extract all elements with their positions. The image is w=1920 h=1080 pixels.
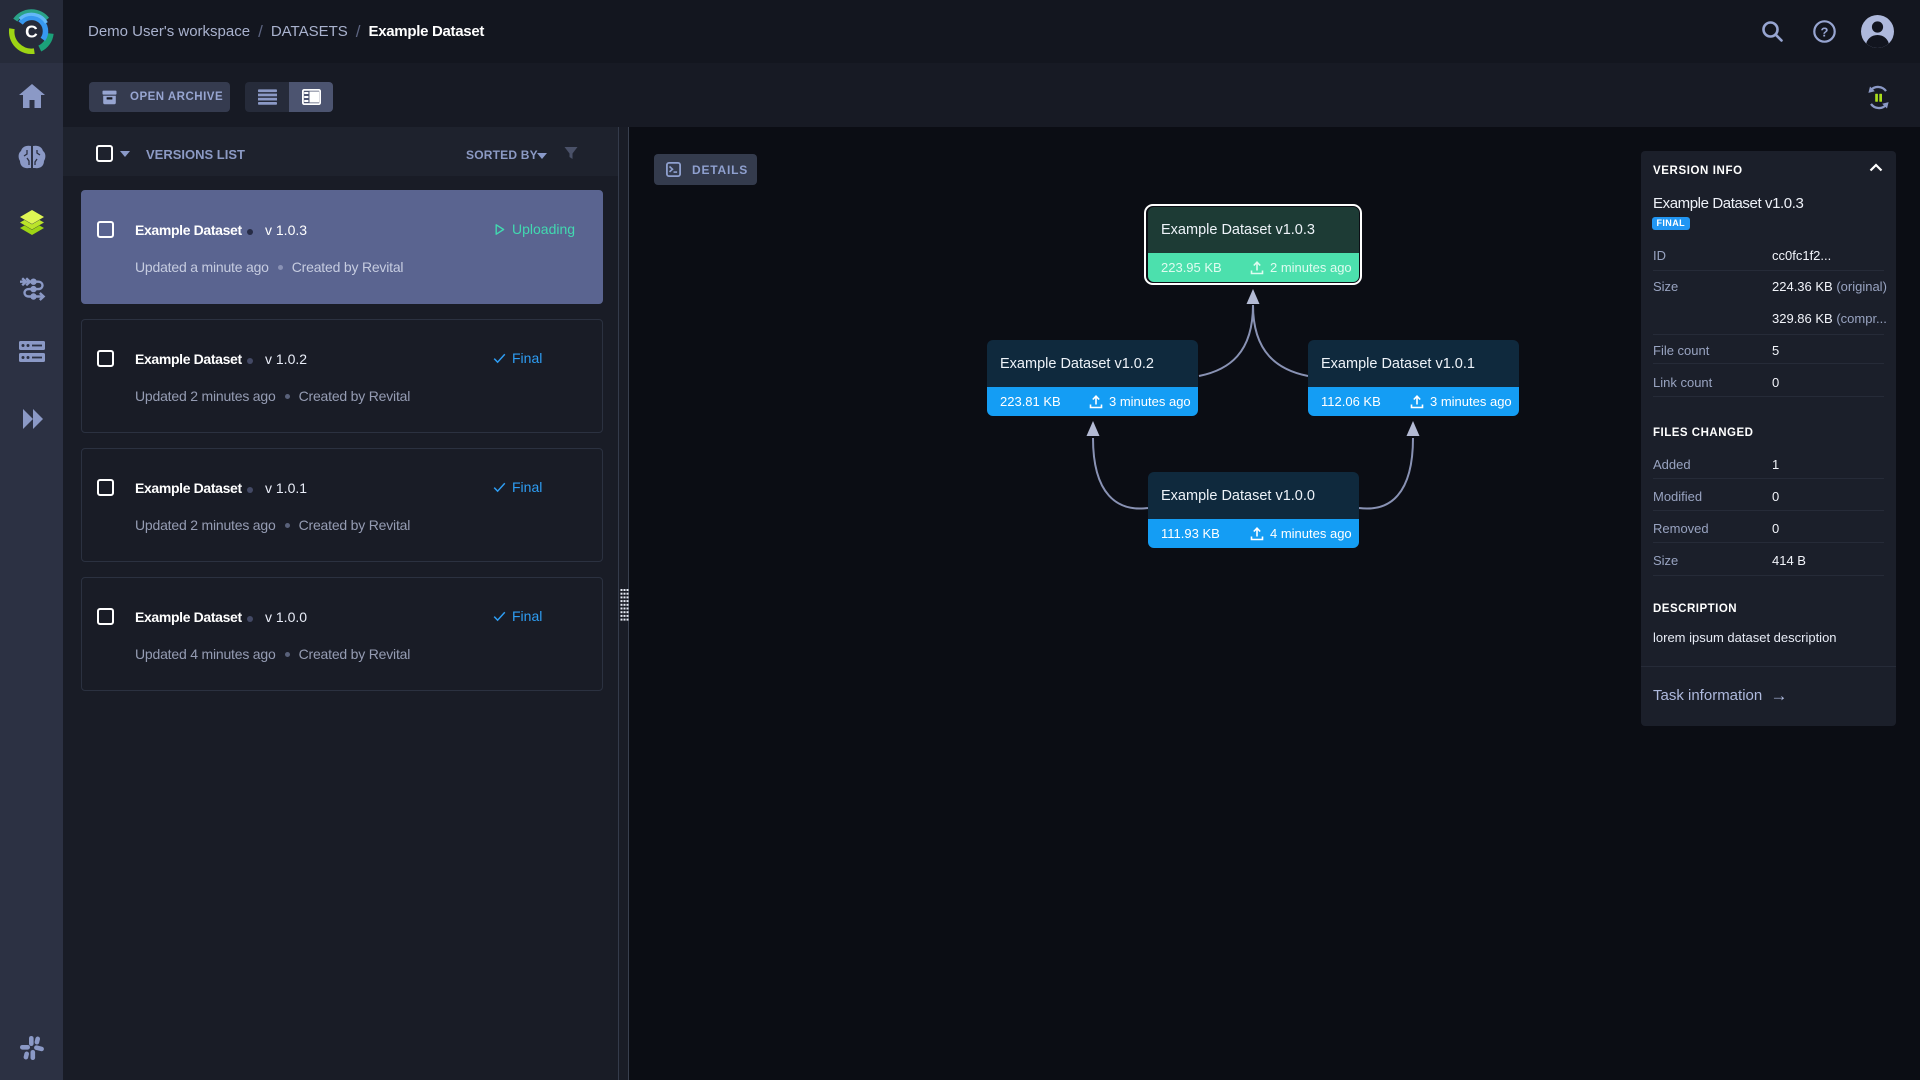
svg-text:C: C	[25, 22, 38, 42]
svg-text:?: ?	[1821, 24, 1829, 39]
